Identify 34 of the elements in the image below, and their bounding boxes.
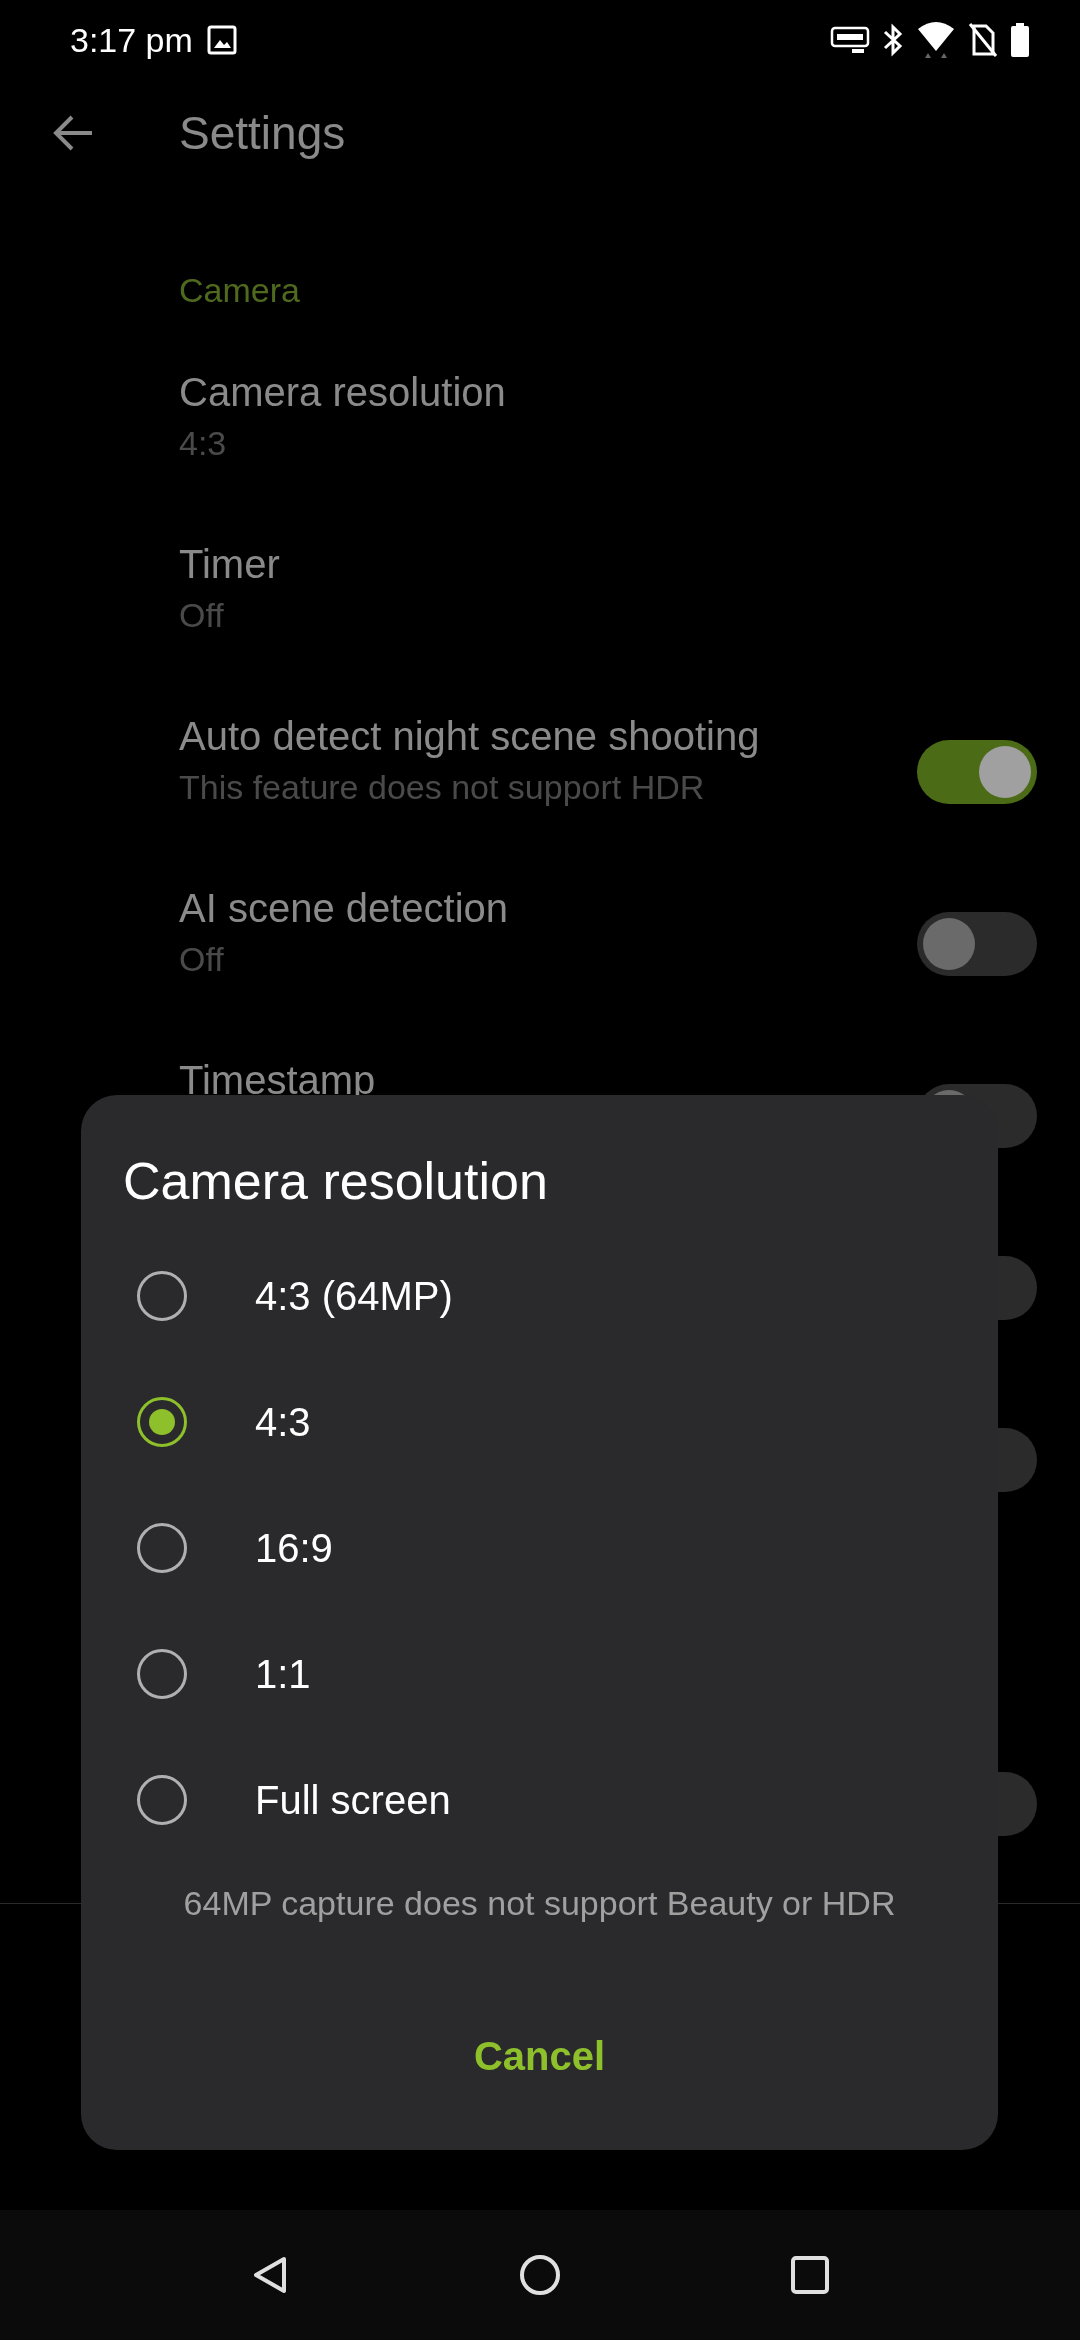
screen-title: Settings bbox=[179, 105, 346, 161]
recents-icon[interactable] bbox=[790, 2255, 830, 2295]
setting-title: AI scene detection bbox=[179, 885, 510, 932]
setting-summary: Off bbox=[179, 595, 225, 636]
radio-option[interactable]: 4:3 (64MP) bbox=[81, 1233, 998, 1359]
setting-title: Auto detect night scene shooting bbox=[179, 713, 761, 760]
radio-option[interactable]: 4:3 bbox=[81, 1359, 998, 1485]
cancel-button[interactable]: Cancel bbox=[443, 2012, 636, 2100]
radio-option[interactable]: 1:1 bbox=[81, 1611, 998, 1737]
home-icon[interactable] bbox=[519, 2254, 561, 2296]
refresh-rate-icon bbox=[830, 24, 870, 56]
back-arrow-icon[interactable] bbox=[52, 113, 94, 153]
radio-button[interactable] bbox=[137, 1397, 187, 1447]
wifi-icon bbox=[916, 21, 956, 59]
setting-title: Timer bbox=[179, 541, 281, 588]
setting-title: Timestamp bbox=[179, 1057, 377, 1104]
radio-option[interactable]: 16:9 bbox=[81, 1485, 998, 1611]
dialog-title: Camera resolution bbox=[123, 1151, 549, 1211]
dialog-note: 64MP capture does not support Beauty or HDR bbox=[183, 1883, 896, 1924]
radio-button[interactable] bbox=[137, 1523, 187, 1573]
radio-option[interactable]: Full screen bbox=[81, 1737, 998, 1863]
setting-summary: Off bbox=[179, 939, 225, 980]
no-sim-icon bbox=[968, 22, 998, 58]
battery-icon bbox=[1010, 22, 1030, 58]
category-header: Camera bbox=[179, 270, 300, 310]
setting-summary: This feature does not support HDR bbox=[179, 767, 706, 808]
setting-title: Camera resolution bbox=[179, 369, 507, 416]
radio-button[interactable] bbox=[137, 1775, 187, 1825]
status-time: 3:17 pm bbox=[70, 19, 193, 61]
image-icon bbox=[206, 25, 237, 55]
radio-button[interactable] bbox=[137, 1271, 187, 1321]
setting-summary: 4:3 bbox=[179, 423, 228, 464]
radio-button[interactable] bbox=[137, 1649, 187, 1699]
bluetooth-icon bbox=[882, 22, 904, 58]
